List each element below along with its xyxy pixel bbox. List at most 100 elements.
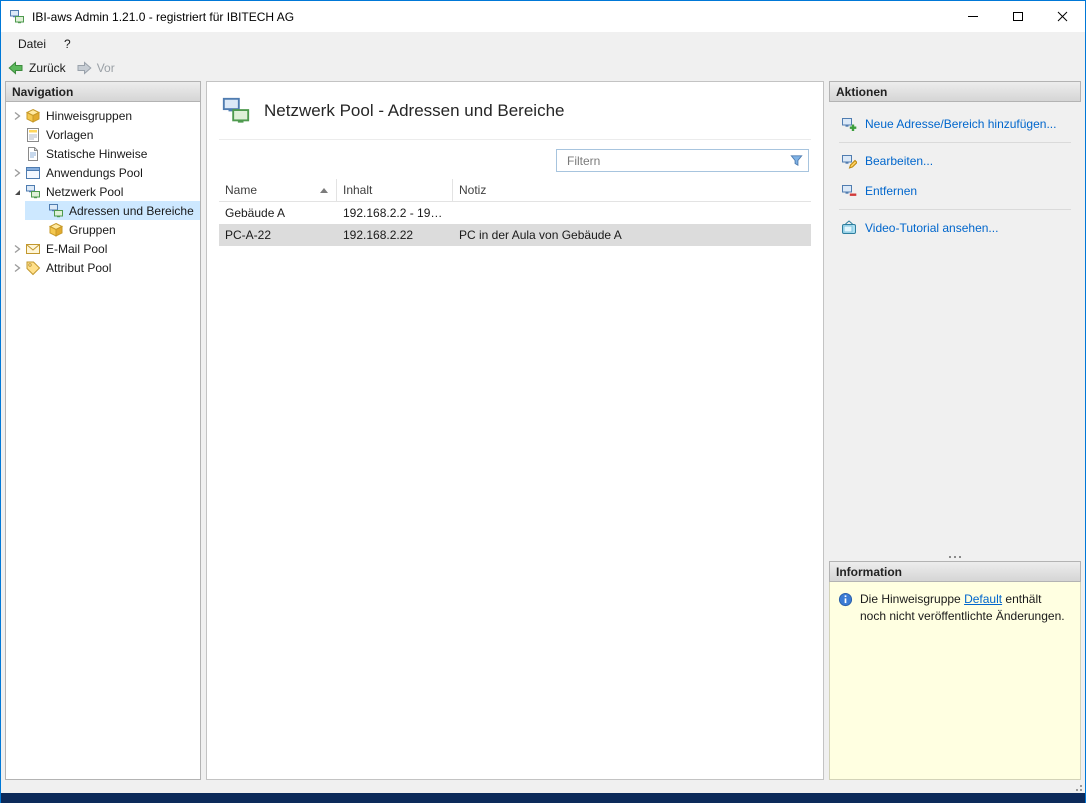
maximize-icon	[1013, 12, 1023, 21]
separator	[839, 209, 1071, 210]
info-text-before: Die Hinweisgruppe	[860, 592, 964, 606]
cell-name: PC-A-22	[219, 228, 337, 242]
navigation-tree: Hinweisgruppen Vorlagen Statische Hinwei…	[5, 102, 201, 780]
close-icon	[1057, 11, 1068, 22]
remove-network-icon	[841, 183, 857, 199]
tree-item-adressen-und-bereiche[interactable]: Adressen und Bereiche	[25, 201, 200, 220]
back-arrow-icon	[8, 60, 24, 76]
tree-item-hinweisgruppen[interactable]: Hinweisgruppen	[6, 106, 200, 125]
column-header-name[interactable]: Name	[219, 179, 337, 201]
nav-toolbar: Zurück Vor	[1, 55, 1085, 81]
page-icon	[25, 146, 41, 162]
filter-input[interactable]	[556, 149, 809, 172]
app-icon	[9, 9, 25, 25]
chevron-expanded-icon[interactable]	[9, 184, 24, 199]
column-header-inhalt[interactable]: Inhalt	[337, 179, 453, 201]
separator	[839, 142, 1071, 143]
info-icon	[838, 592, 853, 607]
action-remove[interactable]: Entfernen	[839, 176, 1071, 206]
tree-item-anwendungs-pool[interactable]: Anwendungs Pool	[6, 163, 200, 182]
right-column: Aktionen Neue Adresse/Bereich hinzufügen…	[829, 81, 1081, 780]
close-button[interactable]	[1040, 1, 1085, 32]
app-window: IBI-aws Admin 1.21.0 - registriert für I…	[0, 0, 1086, 803]
actions-body: Neue Adresse/Bereich hinzufügen... Bearb…	[829, 102, 1081, 552]
back-label: Zurück	[29, 61, 66, 75]
cube-icon	[48, 222, 64, 238]
tree-item-label: Attribut Pool	[46, 261, 111, 275]
app-window-icon	[25, 165, 41, 181]
chevron-right-icon[interactable]	[9, 260, 24, 275]
action-add-address[interactable]: Neue Adresse/Bereich hinzufügen...	[839, 109, 1071, 139]
tree-item-vorlagen[interactable]: Vorlagen	[6, 125, 200, 144]
tree-item-label: Gruppen	[69, 223, 116, 237]
action-edit[interactable]: Bearbeiten...	[839, 146, 1071, 176]
cell-name: Gebäude A	[219, 206, 337, 220]
cell-inhalt: 192.168.2.22	[337, 228, 453, 242]
add-network-icon	[841, 116, 857, 132]
minimize-icon	[968, 16, 978, 17]
chevron-placeholder	[9, 127, 24, 142]
template-icon	[25, 127, 41, 143]
information-panel: Information Die Hinweisgruppe Default en…	[829, 561, 1081, 780]
action-label: Bearbeiten...	[865, 154, 933, 168]
splitter-dot	[949, 556, 951, 558]
table-row-gebaeude-a[interactable]: Gebäude A 192.168.2.2 - 192.16...	[219, 202, 811, 224]
forward-label: Vor	[97, 61, 115, 75]
action-label: Entfernen	[865, 184, 917, 198]
back-button[interactable]: Zurück	[8, 60, 66, 76]
column-header-label: Inhalt	[343, 183, 372, 197]
tree-item-attribut-pool[interactable]: Attribut Pool	[6, 258, 200, 277]
network-icon	[48, 203, 64, 219]
action-video-tutorial[interactable]: Video-Tutorial ansehen...	[839, 213, 1071, 243]
sort-ascending-icon	[320, 188, 328, 193]
main-panel: Netzwerk Pool - Adressen und Bereiche Na…	[206, 81, 824, 780]
tree-item-label: Hinweisgruppen	[46, 109, 132, 123]
action-label: Video-Tutorial ansehen...	[865, 221, 998, 235]
maximize-button[interactable]	[995, 1, 1040, 32]
action-label: Neue Adresse/Bereich hinzufügen...	[865, 117, 1056, 131]
forward-button[interactable]: Vor	[76, 60, 115, 76]
edit-network-icon	[841, 153, 857, 169]
tree-item-gruppen[interactable]: Gruppen	[25, 220, 200, 239]
filter-funnel-icon[interactable]	[789, 153, 804, 168]
chevron-right-icon[interactable]	[9, 165, 24, 180]
cell-inhalt: 192.168.2.2 - 192.16...	[337, 206, 453, 220]
tv-icon	[841, 220, 857, 236]
tree-item-label: Vorlagen	[46, 128, 93, 142]
address-table: Name Inhalt Notiz Gebäude A 192.168.2.2 …	[219, 179, 811, 769]
column-header-notiz[interactable]: Notiz	[453, 179, 811, 201]
mail-icon	[25, 241, 41, 257]
menu-bar: Datei ?	[1, 32, 1085, 55]
title-bar: IBI-aws Admin 1.21.0 - registriert für I…	[1, 1, 1085, 32]
window-bottom-edge	[1, 793, 1085, 803]
default-group-link[interactable]: Default	[964, 592, 1002, 606]
tree-item-label: Netzwerk Pool	[46, 185, 123, 199]
filter-row	[221, 149, 809, 172]
table-header-row: Name Inhalt Notiz	[219, 179, 811, 202]
resize-grip-icon[interactable]	[1073, 782, 1083, 792]
splitter-handle[interactable]	[829, 552, 1081, 561]
table-row-pc-a-22[interactable]: PC-A-22 192.168.2.22 PC in der Aula von …	[219, 224, 811, 246]
information-header: Information	[829, 561, 1081, 582]
tree-item-netzwerk-pool[interactable]: Netzwerk Pool	[6, 182, 200, 201]
network-icon	[25, 184, 41, 200]
navigation-header: Navigation	[5, 81, 201, 102]
minimize-button[interactable]	[950, 1, 995, 32]
page-title-icon	[221, 96, 251, 126]
tree-item-email-pool[interactable]: E-Mail Pool	[6, 239, 200, 258]
menu-item-datei[interactable]: Datei	[9, 34, 55, 54]
chevron-right-icon[interactable]	[9, 108, 24, 123]
actions-header: Aktionen	[829, 81, 1081, 102]
window-title: IBI-aws Admin 1.21.0 - registriert für I…	[32, 10, 294, 24]
status-bar	[1, 780, 1085, 793]
information-body: Die Hinweisgruppe Default enthält noch n…	[829, 582, 1081, 780]
tree-item-label: E-Mail Pool	[46, 242, 107, 256]
tree-item-statische-hinweise[interactable]: Statische Hinweise	[6, 144, 200, 163]
menu-item-help[interactable]: ?	[55, 34, 80, 54]
cube-icon	[25, 108, 41, 124]
forward-arrow-icon	[76, 60, 92, 76]
tree-item-label: Anwendungs Pool	[46, 166, 143, 180]
information-message: Die Hinweisgruppe Default enthält noch n…	[860, 591, 1068, 625]
chevron-right-icon[interactable]	[9, 241, 24, 256]
page-title: Netzwerk Pool - Adressen und Bereiche	[264, 101, 565, 121]
